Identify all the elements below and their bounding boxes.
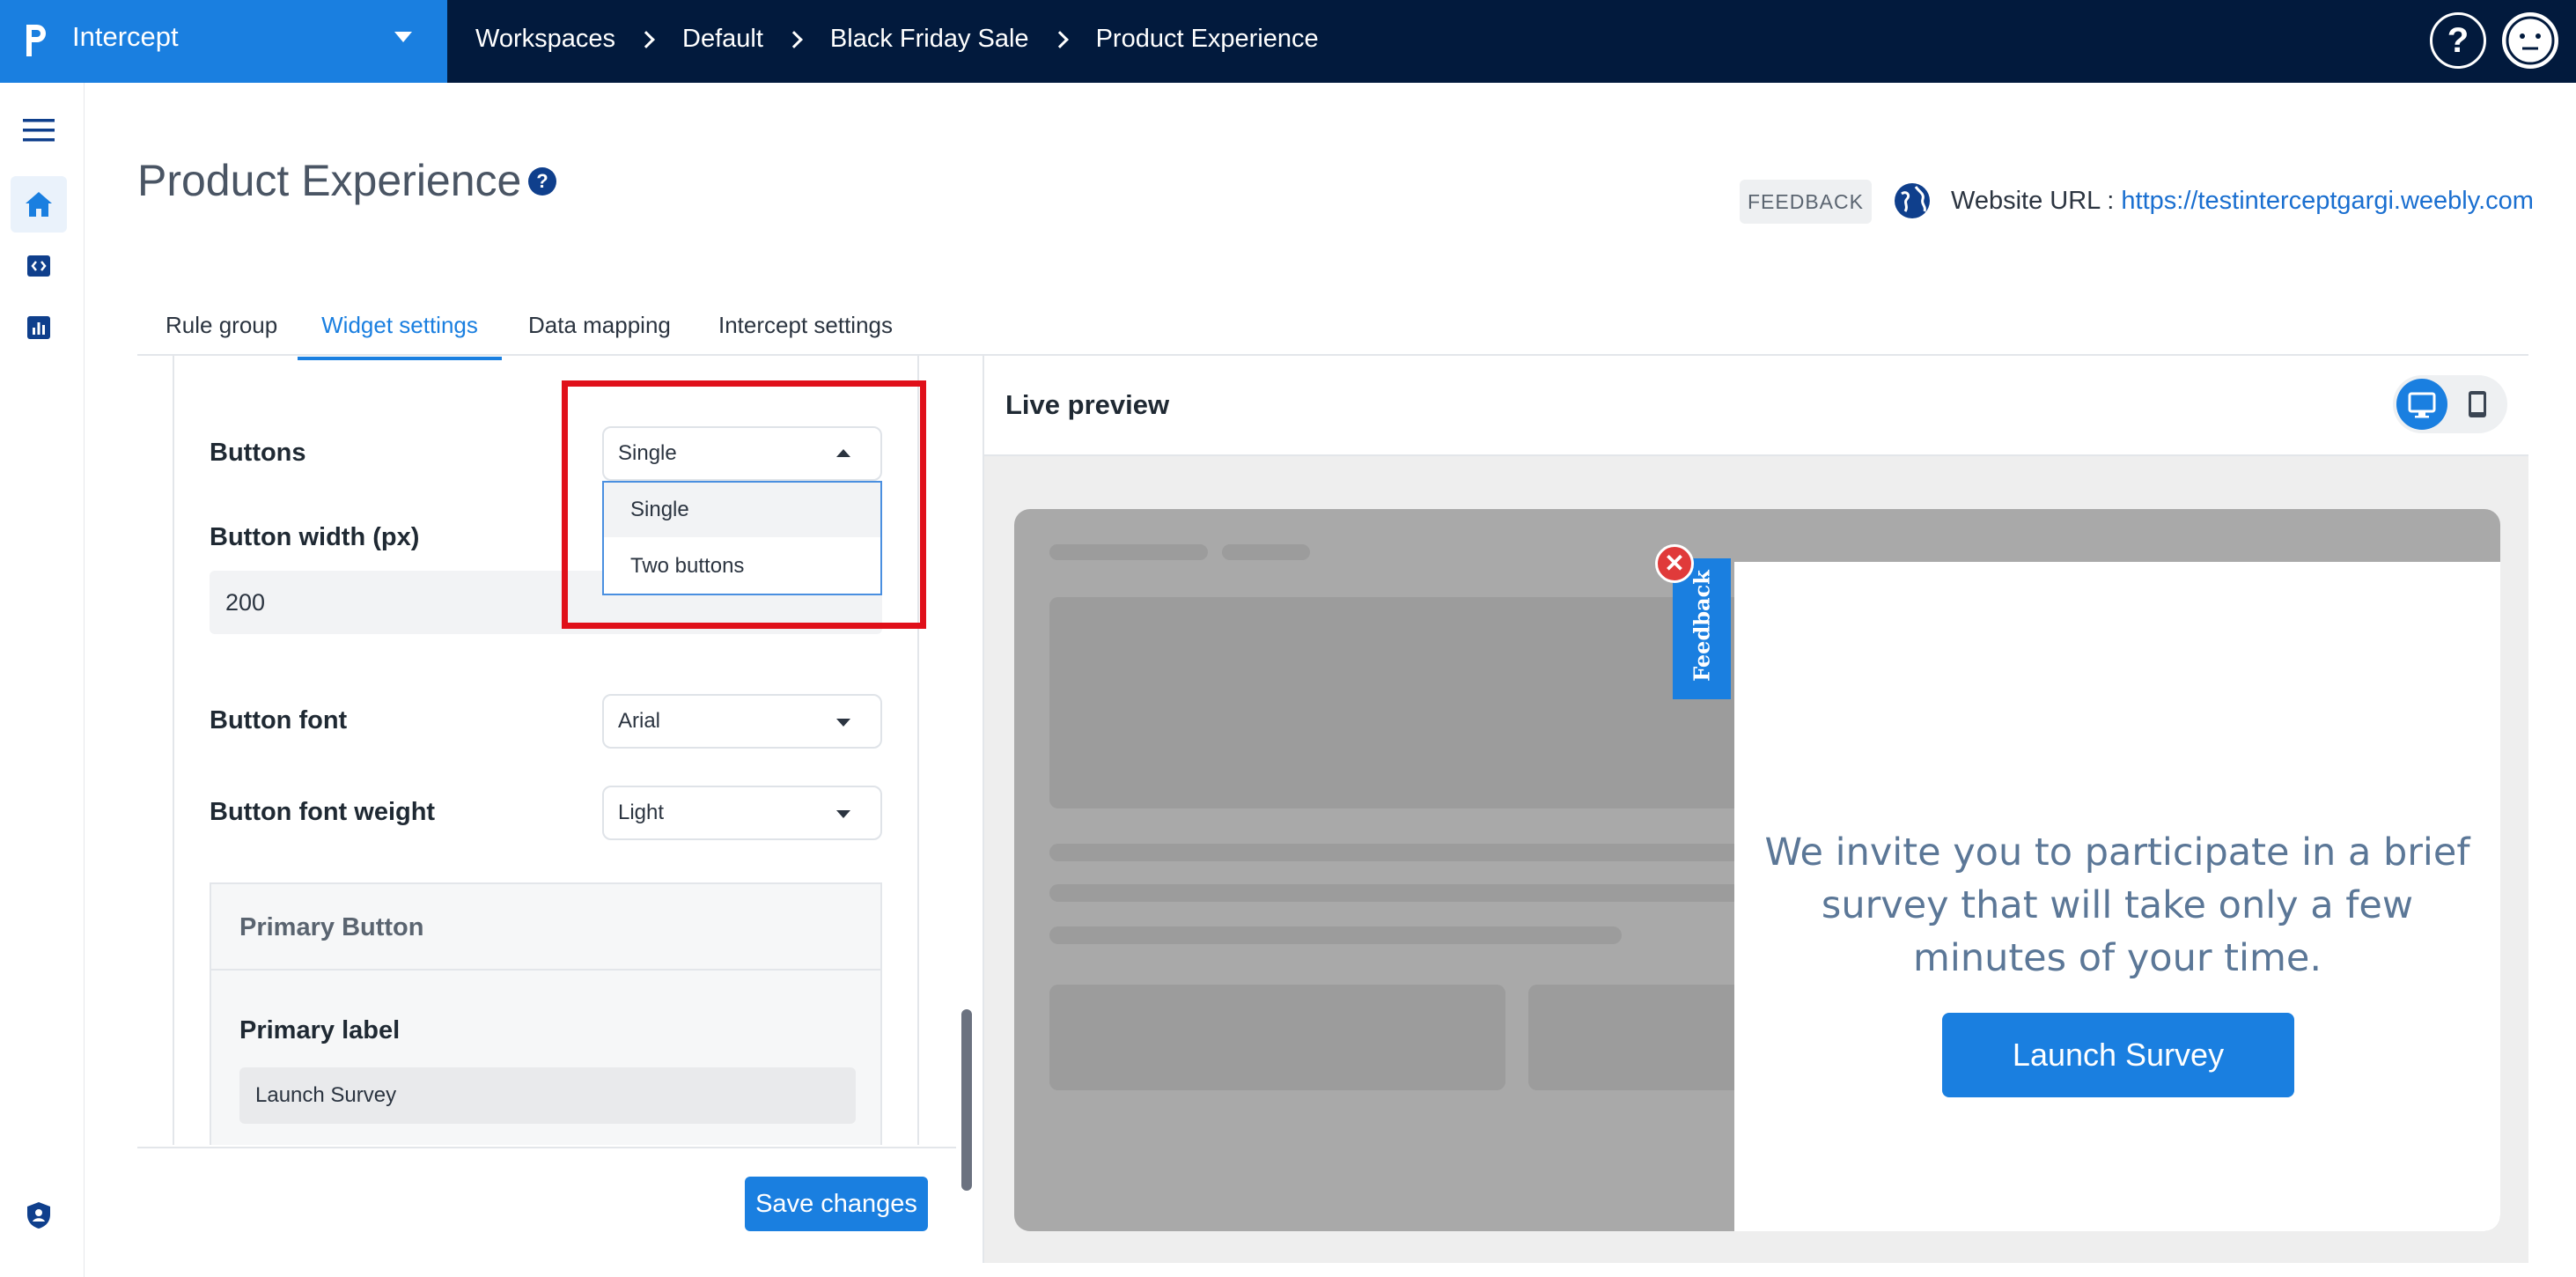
tab-intercept-settings[interactable]: Intercept settings (718, 312, 893, 357)
help-circle-icon[interactable]: ? (528, 167, 556, 196)
survey-invite-message: We invite you to participate in a brief … (1764, 830, 2470, 980)
tab-data-mapping[interactable]: Data mapping (528, 312, 671, 357)
live-preview-title: Live preview (1005, 389, 1170, 420)
feedback-tab-label: Feedback (1689, 570, 1715, 682)
website-url: Website URL : https://testinterceptgargi… (1951, 187, 2534, 216)
globe-icon (1895, 183, 1930, 218)
button-width-label: Button width (px) (210, 523, 420, 551)
launch-survey-button[interactable]: Launch Survey (1942, 1013, 2294, 1097)
breadcrumb-current: Product Experience (1095, 25, 1319, 53)
skeleton-line (1049, 884, 1771, 902)
skeleton-hero (1049, 597, 1771, 808)
user-face-icon (2506, 16, 2555, 65)
device-toggle (2393, 375, 2507, 433)
desktop-view-button[interactable] (2396, 379, 2447, 430)
button-font-label: Button font (210, 706, 348, 734)
live-preview-header: Live preview (983, 356, 2528, 456)
menu-icon[interactable] (11, 102, 67, 159)
primary-button-heading[interactable]: Primary Button (211, 884, 880, 971)
buttons-label: Buttons (210, 439, 306, 467)
divider (137, 1147, 956, 1148)
chevron-down-icon[interactable] (394, 32, 412, 42)
button-font-weight-value: Light (618, 801, 665, 824)
feedback-badge[interactable]: FEEDBACK (1740, 180, 1872, 224)
home-icon[interactable] (11, 176, 67, 233)
live-preview-area: Feedback We invite you to participate in… (983, 456, 2528, 1263)
app-name: Intercept (72, 21, 179, 52)
primary-label-input[interactable]: Launch Survey (239, 1067, 856, 1124)
button-font-value: Arial (618, 709, 661, 733)
skeleton-line (1049, 926, 1622, 944)
tab-widget-settings[interactable]: Widget settings (298, 312, 502, 360)
primary-label-label: Primary label (239, 1016, 401, 1044)
button-font-weight-select[interactable]: Light (602, 786, 882, 840)
top-bar: Intercept Workspaces Default Black Frida… (0, 0, 2576, 83)
code-icon[interactable] (11, 238, 67, 294)
skeleton-line (1049, 844, 1771, 861)
shield-user-icon[interactable] (11, 1187, 67, 1244)
avatar[interactable] (2502, 12, 2558, 69)
button-font-weight-label: Button font weight (210, 798, 436, 826)
breadcrumb-default[interactable]: Default (682, 25, 763, 54)
survey-widget: We invite you to participate in a brief … (1734, 562, 2500, 1231)
mock-website: Feedback We invite you to participate in… (1014, 509, 2500, 1231)
website-url-label: Website URL : (1951, 187, 2122, 215)
caret-down-icon (836, 810, 850, 818)
breadcrumb: Workspaces Default Black Friday Sale Pro… (475, 25, 1319, 54)
tab-rule-group[interactable]: Rule group (166, 312, 277, 357)
help-icon[interactable]: ? (2430, 12, 2486, 69)
website-url-link[interactable]: https://testinterceptgargi.weebly.com (2121, 187, 2534, 215)
skeleton-line (1049, 544, 1208, 560)
skeleton-line (1222, 544, 1310, 560)
scrollbar[interactable] (961, 1009, 972, 1191)
close-icon[interactable]: ✕ (1655, 544, 1694, 583)
primary-button-section: Primary Button Primary label Launch Surv… (210, 882, 882, 1145)
breadcrumb-workspaces[interactable]: Workspaces (475, 25, 615, 54)
mobile-icon[interactable] (2467, 389, 2488, 419)
caret-down-icon (836, 719, 850, 727)
intercept-logo-icon (26, 25, 46, 56)
highlight-box (562, 380, 926, 629)
save-changes-button[interactable]: Save changes (745, 1177, 928, 1231)
chevron-right-icon (637, 30, 655, 48)
side-rail (0, 83, 85, 1277)
app-switcher[interactable]: Intercept (0, 0, 447, 83)
chevron-right-icon (785, 30, 803, 48)
monitor-icon (2408, 392, 2436, 418)
button-font-select[interactable]: Arial (602, 694, 882, 749)
page-title: Product Experience (137, 156, 522, 205)
chevron-right-icon (1050, 30, 1069, 48)
breadcrumb-campaign[interactable]: Black Friday Sale (830, 25, 1029, 54)
report-icon[interactable] (11, 299, 67, 356)
skeleton-card (1049, 985, 1505, 1090)
